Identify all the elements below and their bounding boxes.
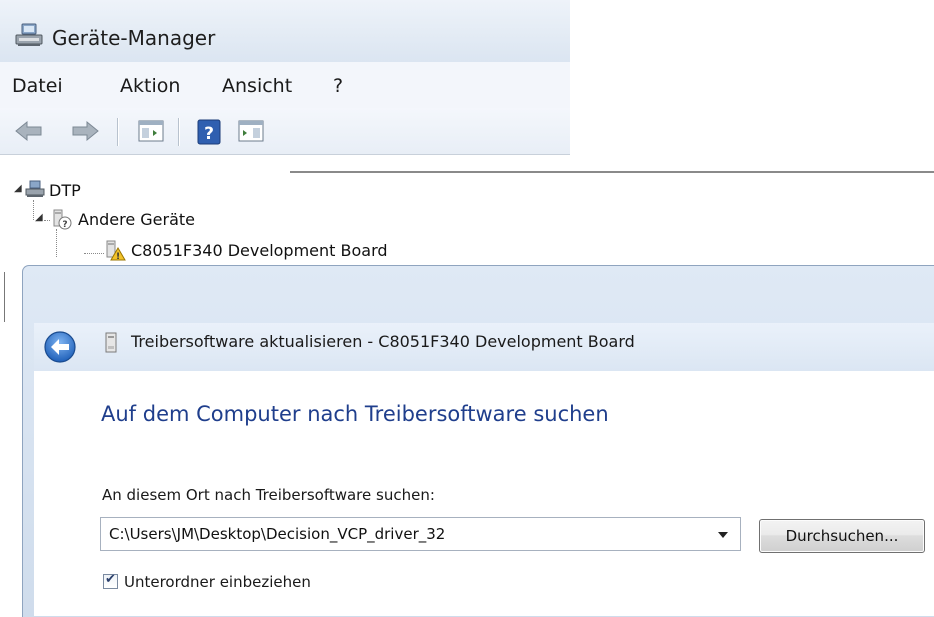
device-manager-icon — [13, 22, 45, 52]
help-icon[interactable]: ? — [197, 119, 221, 149]
forward-arrow-icon[interactable] — [70, 119, 100, 147]
tree-connector — [56, 229, 57, 257]
expand-triangle-icon[interactable]: ◢ — [35, 212, 43, 223]
svg-text:?: ? — [62, 220, 67, 230]
window-title: Geräte-Manager — [52, 26, 216, 50]
svg-text:?: ? — [204, 124, 214, 144]
show-hide-console-tree-icon[interactable] — [138, 119, 164, 147]
device-manager-title-bar: Geräte-Manager — [0, 0, 570, 62]
browse-button[interactable]: Durchsuchen... — [759, 519, 925, 553]
window-edge-line — [4, 272, 5, 322]
include-subfolders-label[interactable]: Unterordner einbeziehen — [124, 573, 311, 591]
menu-aktion[interactable]: Aktion — [120, 75, 180, 97]
back-arrow-icon[interactable] — [14, 119, 44, 147]
wizard-window-title: Treibersoftware aktualisieren - C8051F34… — [131, 332, 635, 351]
tree-category-andere-geraete[interactable]: Andere Geräte — [78, 210, 195, 229]
tree-root-dtp[interactable]: DTP — [49, 181, 81, 200]
page-heading: Auf dem Computer nach Treibersoftware su… — [101, 402, 609, 426]
menu-bar: Datei Aktion Ansicht ? — [0, 62, 570, 109]
menu-ansicht[interactable]: Ansicht — [222, 75, 292, 97]
location-label: An diesem Ort nach Treibersoftware suche… — [102, 486, 435, 504]
tree-device-c8051f340[interactable]: C8051F340 Development Board — [131, 241, 388, 260]
toolbar: ? — [0, 108, 570, 155]
device-icon — [103, 332, 119, 358]
back-button-icon[interactable] — [43, 330, 77, 368]
include-subfolders-checkbox[interactable]: ✔ — [103, 572, 118, 589]
expand-triangle-icon[interactable]: ◢ — [14, 183, 22, 194]
tree-connector — [33, 200, 34, 220]
show-action-pane-icon[interactable] — [238, 119, 264, 147]
path-combobox[interactable]: C:\Users\JM\Desktop\Decision_VCP_driver_… — [100, 517, 741, 551]
menu-help[interactable]: ? — [333, 75, 343, 97]
checkmark-icon: ✔ — [105, 572, 116, 587]
unknown-device-category-icon: ? — [50, 208, 74, 234]
path-value: C:\Users\JM\Desktop\Decision_VCP_driver_… — [109, 525, 446, 543]
tree-connector — [84, 253, 104, 254]
menu-datei[interactable]: Datei — [12, 75, 63, 97]
svg-text:!: ! — [116, 252, 120, 261]
chevron-down-icon[interactable] — [718, 532, 728, 538]
computer-icon — [24, 180, 46, 202]
warning-device-icon: ! — [103, 239, 127, 265]
